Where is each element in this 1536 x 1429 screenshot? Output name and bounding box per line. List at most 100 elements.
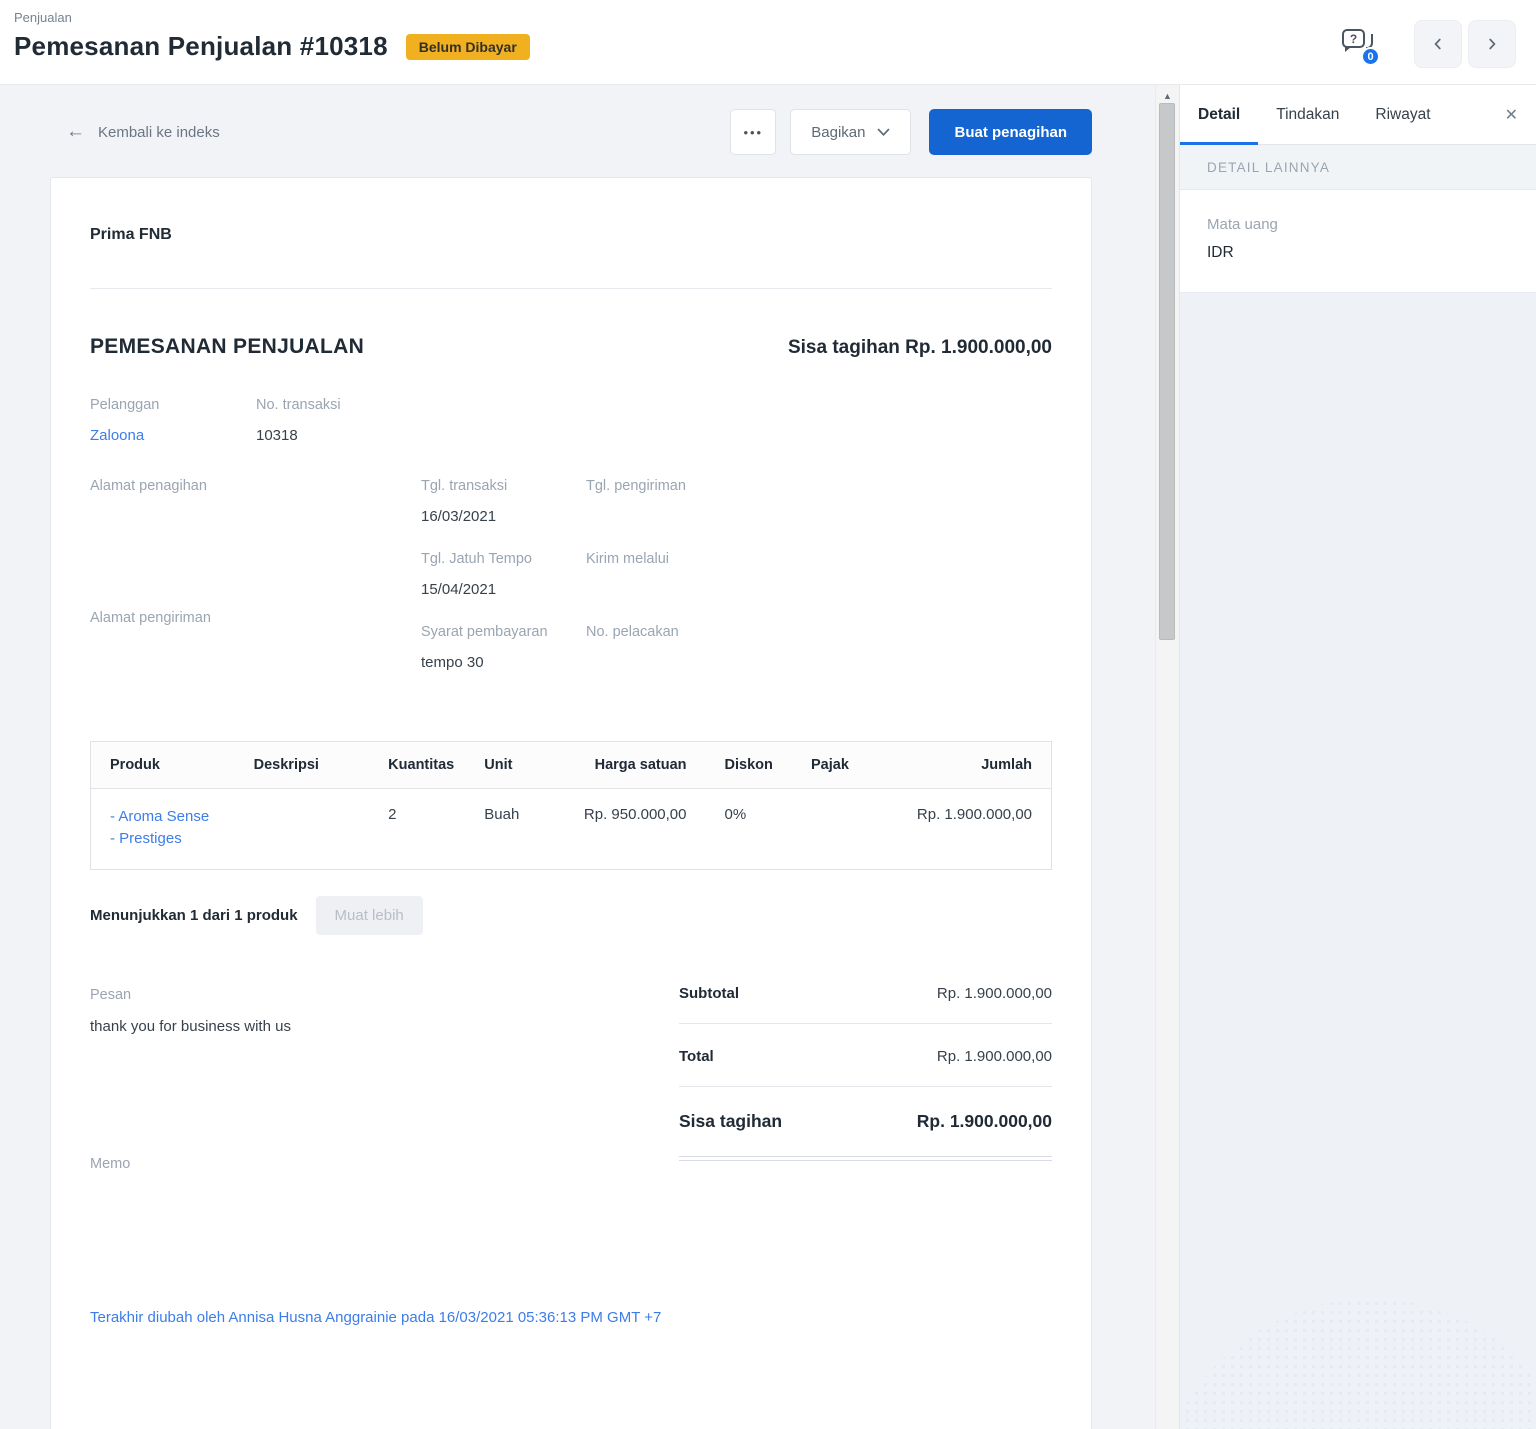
alamat-penagihan-label: Alamat penagihan xyxy=(90,478,207,495)
scrollbar-thumb[interactable] xyxy=(1159,103,1175,640)
tab-detail[interactable]: Detail xyxy=(1198,106,1240,124)
field-syarat-pembayaran: Syarat pembayaran tempo 30 xyxy=(421,622,586,671)
tgl-pengiriman-label: Tgl. pengiriman xyxy=(586,478,686,495)
cell-unit: Buah xyxy=(484,806,520,824)
field-no-transaksi: No. transaksi 10318 xyxy=(256,395,341,444)
page-body: ← Kembali ke indeks ••• Bagikan Buat pen… xyxy=(0,85,1536,1429)
mata-uang-label: Mata uang xyxy=(1207,216,1278,233)
product-link-line2[interactable]: - Prestiges xyxy=(110,828,216,850)
page-title: Pemesanan Penjualan #10318 xyxy=(14,31,388,61)
breadcrumb[interactable]: Penjualan xyxy=(14,10,530,25)
field-tgl-pengiriman: Tgl. pengiriman xyxy=(586,476,786,525)
sales-order-document-card: Prima FNB PEMESANAN PENJUALAN Sisa tagih… xyxy=(50,177,1092,1429)
detail-sidebar: Detail Tindakan Riwayat ✕ DETAIL LAINNYA… xyxy=(1179,85,1536,1429)
no-transaksi-label: No. transaksi xyxy=(256,397,341,413)
col-harga-satuan: Harga satuan xyxy=(551,741,706,790)
table-header-row: Produk Deskripsi Kuantitas Unit Harga sa… xyxy=(90,741,1052,790)
product-link-line1[interactable]: - Aroma Sense xyxy=(110,806,216,828)
col-jumlah: Jumlah xyxy=(878,741,1052,790)
cell-diskon: 0% xyxy=(724,806,747,824)
chevron-down-icon xyxy=(878,128,890,136)
header-right: ? 0 xyxy=(1342,20,1516,68)
kirim-melalui-label: Kirim melalui xyxy=(586,551,669,568)
dates-column: Tgl. transaksi 16/03/2021 Tgl. pengirima… xyxy=(421,476,786,695)
share-button[interactable]: Bagikan xyxy=(790,109,912,155)
field-tgl-jatuh-tempo: Tgl. Jatuh Tempo 15/04/2021 xyxy=(421,549,586,598)
cell-harga-satuan: Rp. 950.000,00 xyxy=(583,806,687,824)
message-totals-section: Pesan thank you for business with us Mem… xyxy=(90,985,1052,1187)
sisa-tagihan-row: Sisa tagihan Rp. 1.900.000,00 xyxy=(679,1111,1052,1132)
col-pajak: Pajak xyxy=(791,741,879,790)
balance-due-header: Sisa tagihan Rp. 1.900.000,00 xyxy=(788,337,1052,359)
totals-column: Subtotal Rp. 1.900.000,00 Total Rp. 1.90… xyxy=(679,985,1052,1187)
sisa-tagihan-label: Sisa tagihan xyxy=(679,1111,783,1132)
subtotal-row: Subtotal Rp. 1.900.000,00 xyxy=(679,985,1052,1002)
help-chat-button[interactable]: ? 0 xyxy=(1342,29,1380,66)
help-count-badge: 0 xyxy=(1361,47,1380,66)
totals-double-line-2 xyxy=(679,1160,1052,1162)
toolbar-actions: ••• Bagikan Buat penagihan xyxy=(730,109,1092,155)
address-column: Alamat penagihan Alamat pengiriman xyxy=(90,476,421,695)
memo-label: Memo xyxy=(90,1156,131,1173)
cell-pajak xyxy=(792,789,878,870)
sidebar-tabs: Detail Tindakan Riwayat ✕ xyxy=(1180,85,1536,145)
mata-uang-value: IDR xyxy=(1207,244,1234,261)
cell-jumlah: Rp. 1.900.000,00 xyxy=(916,806,1032,824)
dates-row-2: Tgl. Jatuh Tempo 15/04/2021 Kirim melalu… xyxy=(421,549,786,598)
chat-question-icon: ? xyxy=(1342,29,1365,52)
app-header: Penjualan Pemesanan Penjualan #10318 Bel… xyxy=(0,0,1536,85)
back-to-index-link[interactable]: ← Kembali ke indeks xyxy=(66,121,220,143)
last-modified-link[interactable]: Terakhir diubah oleh Annisa Husna Anggra… xyxy=(90,1309,661,1326)
fields-row-customer: Pelanggan Zaloona No. transaksi 10318 xyxy=(90,395,1052,444)
col-unit: Unit xyxy=(465,741,552,790)
pesan-value: thank you for business with us xyxy=(90,1018,291,1036)
scrollbar-up-arrow-icon[interactable]: ▲ xyxy=(1156,91,1179,101)
main-scrollbar[interactable]: ▲ xyxy=(1155,85,1179,1429)
field-kirim-melalui: Kirim melalui xyxy=(586,549,786,598)
col-produk: Produk xyxy=(90,741,235,790)
field-tgl-transaksi: Tgl. transaksi 16/03/2021 xyxy=(421,476,586,525)
tgl-transaksi-value: 16/03/2021 xyxy=(421,508,497,526)
total-row: Total Rp. 1.900.000,00 xyxy=(679,1048,1052,1065)
total-value: Rp. 1.900.000,00 xyxy=(936,1048,1052,1066)
chevron-left-icon xyxy=(1434,38,1441,50)
cell-produk: - Aroma Sense - Prestiges xyxy=(91,789,235,870)
cell-deskripsi xyxy=(235,789,370,870)
message-column: Pesan thank you for business with us Mem… xyxy=(90,985,679,1187)
field-pelanggan: Pelanggan Zaloona xyxy=(90,395,256,444)
subtotal-label: Subtotal xyxy=(679,985,739,1003)
tgl-jatuh-tempo-value: 15/04/2021 xyxy=(421,581,497,599)
pelanggan-label: Pelanggan xyxy=(90,397,160,413)
field-no-pelacakan: No. pelacakan xyxy=(586,622,786,671)
status-badge: Belum Dibayar xyxy=(405,33,530,60)
pesan-label: Pesan xyxy=(90,987,132,1004)
previous-record-button[interactable] xyxy=(1414,20,1462,68)
line-items-table: Produk Deskripsi Kuantitas Unit Harga sa… xyxy=(90,741,1052,871)
pagination-text: Menunjukkan 1 dari 1 produk xyxy=(90,907,298,925)
pagination-row: Menunjukkan 1 dari 1 produk Muat lebih xyxy=(90,896,1052,936)
next-record-button[interactable] xyxy=(1468,20,1516,68)
create-invoice-button[interactable]: Buat penagihan xyxy=(929,109,1092,155)
totals-double-line-1 xyxy=(679,1156,1052,1158)
load-more-button[interactable]: Muat lebih xyxy=(315,896,423,936)
cell-kuantitas: 2 xyxy=(388,806,397,824)
dates-row-3: Syarat pembayaran tempo 30 No. pelacakan xyxy=(421,622,786,671)
close-sidebar-icon[interactable]: ✕ xyxy=(1501,101,1522,129)
total-label: Total xyxy=(679,1048,714,1066)
dates-row-1: Tgl. transaksi 16/03/2021 Tgl. pengirima… xyxy=(421,476,786,525)
tgl-jatuh-tempo-label: Tgl. Jatuh Tempo xyxy=(421,551,532,568)
sisa-tagihan-value: Rp. 1.900.000,00 xyxy=(916,1111,1052,1132)
tab-riwayat[interactable]: Riwayat xyxy=(1375,106,1430,124)
syarat-pembayaran-label: Syarat pembayaran xyxy=(421,624,548,641)
tab-tindakan[interactable]: Tindakan xyxy=(1276,106,1339,124)
main-content: ← Kembali ke indeks ••• Bagikan Buat pen… xyxy=(0,85,1155,1429)
company-divider xyxy=(90,288,1052,289)
no-transaksi-value: 10318 xyxy=(256,427,298,445)
more-actions-button[interactable]: ••• xyxy=(730,109,777,155)
decorative-dots-pattern xyxy=(1180,1299,1536,1429)
detail-lainnya-header: DETAIL LAINNYA xyxy=(1180,145,1536,190)
back-to-index-label: Kembali ke indeks xyxy=(98,123,220,141)
customer-link[interactable]: Zaloona xyxy=(90,427,144,444)
document-toolbar: ← Kembali ke indeks ••• Bagikan Buat pen… xyxy=(0,85,1155,155)
alamat-pengiriman-label: Alamat pengiriman xyxy=(90,610,211,627)
